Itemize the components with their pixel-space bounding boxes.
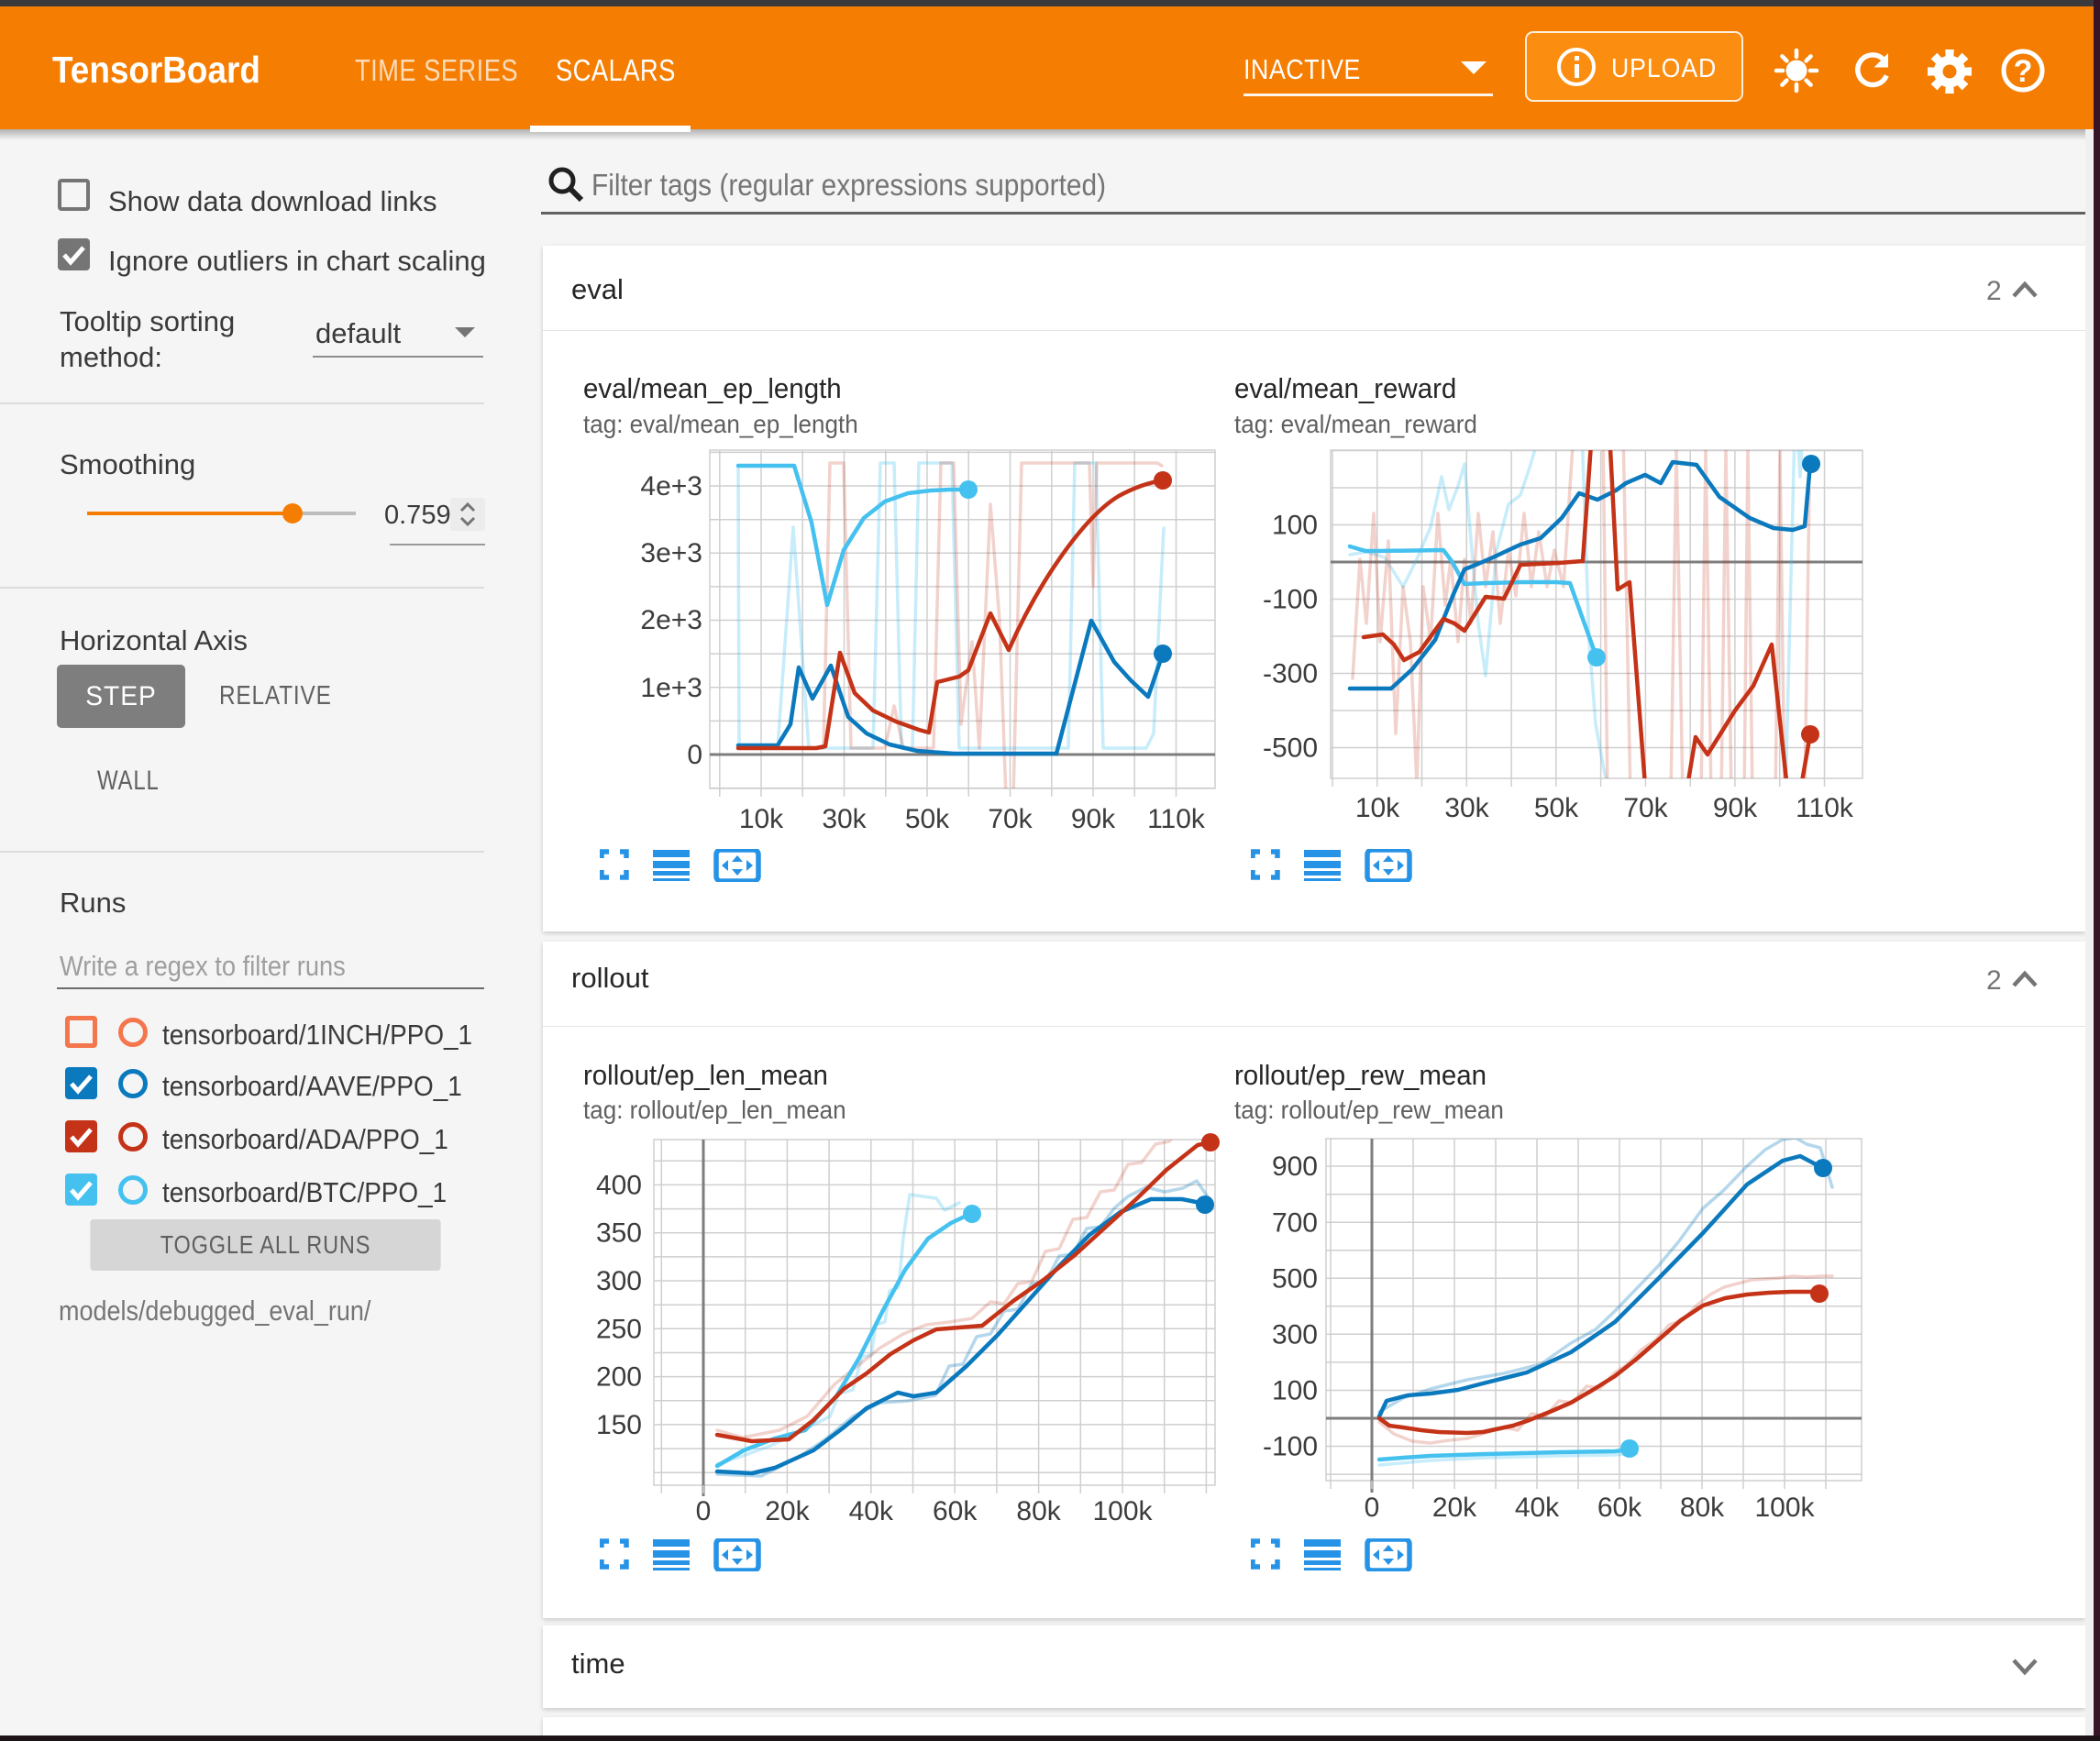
svg-text:100: 100 [1272, 511, 1318, 541]
svg-text:300: 300 [1272, 1320, 1318, 1350]
svg-text:0: 0 [687, 740, 702, 770]
svg-text:150: 150 [596, 1410, 642, 1440]
svg-text:10k: 10k [1355, 793, 1400, 823]
svg-text:90k: 90k [1071, 804, 1116, 834]
svg-text:300: 300 [596, 1266, 642, 1296]
svg-text:110k: 110k [1147, 804, 1206, 834]
svg-text:-500: -500 [1263, 733, 1318, 764]
svg-text:50k: 50k [905, 804, 950, 834]
svg-text:250: 250 [596, 1314, 642, 1344]
svg-text:-100: -100 [1263, 585, 1318, 615]
svg-text:200: 200 [596, 1362, 642, 1393]
svg-text:40k: 40k [1515, 1493, 1560, 1523]
svg-text:40k: 40k [849, 1496, 894, 1526]
svg-text:80k: 80k [1680, 1493, 1725, 1523]
svg-text:?: ? [2014, 54, 2033, 89]
svg-text:20k: 20k [1432, 1493, 1477, 1523]
svg-text:500: 500 [1272, 1263, 1318, 1294]
svg-text:700: 700 [1272, 1207, 1318, 1238]
svg-text:60k: 60k [1597, 1493, 1642, 1523]
svg-text:10k: 10k [739, 804, 784, 834]
svg-text:80k: 80k [1016, 1496, 1061, 1526]
svg-text:50k: 50k [1534, 793, 1579, 823]
svg-text:0: 0 [1365, 1493, 1380, 1523]
svg-text:4e+3: 4e+3 [640, 471, 702, 501]
svg-text:1e+3: 1e+3 [640, 673, 702, 703]
svg-text:60k: 60k [933, 1496, 978, 1526]
svg-text:350: 350 [596, 1218, 642, 1249]
svg-text:2e+3: 2e+3 [640, 605, 702, 635]
svg-text:-300: -300 [1263, 659, 1318, 689]
svg-text:100k: 100k [1754, 1493, 1815, 1523]
svg-text:-100: -100 [1263, 1432, 1318, 1462]
svg-text:110k: 110k [1796, 793, 1854, 823]
svg-text:3e+3: 3e+3 [640, 538, 702, 568]
svg-text:100: 100 [1272, 1376, 1318, 1406]
svg-text:20k: 20k [765, 1496, 810, 1526]
svg-text:70k: 70k [1623, 793, 1668, 823]
svg-text:100k: 100k [1092, 1496, 1153, 1526]
svg-text:900: 900 [1272, 1151, 1318, 1182]
svg-text:0: 0 [696, 1496, 712, 1526]
svg-text:90k: 90k [1713, 793, 1758, 823]
svg-text:70k: 70k [988, 804, 1033, 834]
svg-text:30k: 30k [822, 804, 867, 834]
svg-text:400: 400 [596, 1170, 642, 1200]
svg-text:30k: 30k [1444, 793, 1489, 823]
